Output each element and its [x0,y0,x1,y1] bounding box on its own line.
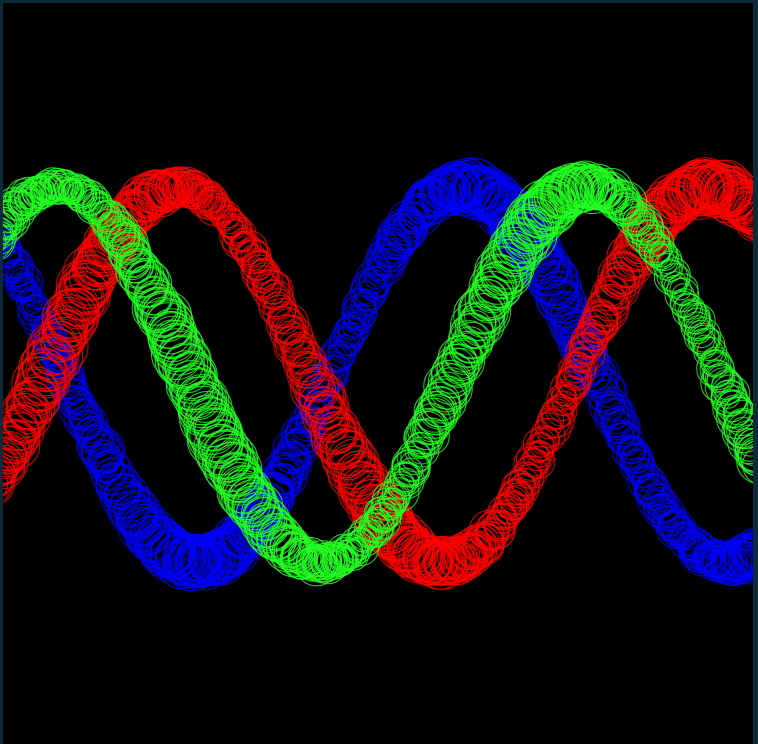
sine-wave-rings [3,157,753,592]
animation-canvas[interactable] [3,3,753,744]
red-ring [12,376,60,424]
window-frame [0,0,758,744]
